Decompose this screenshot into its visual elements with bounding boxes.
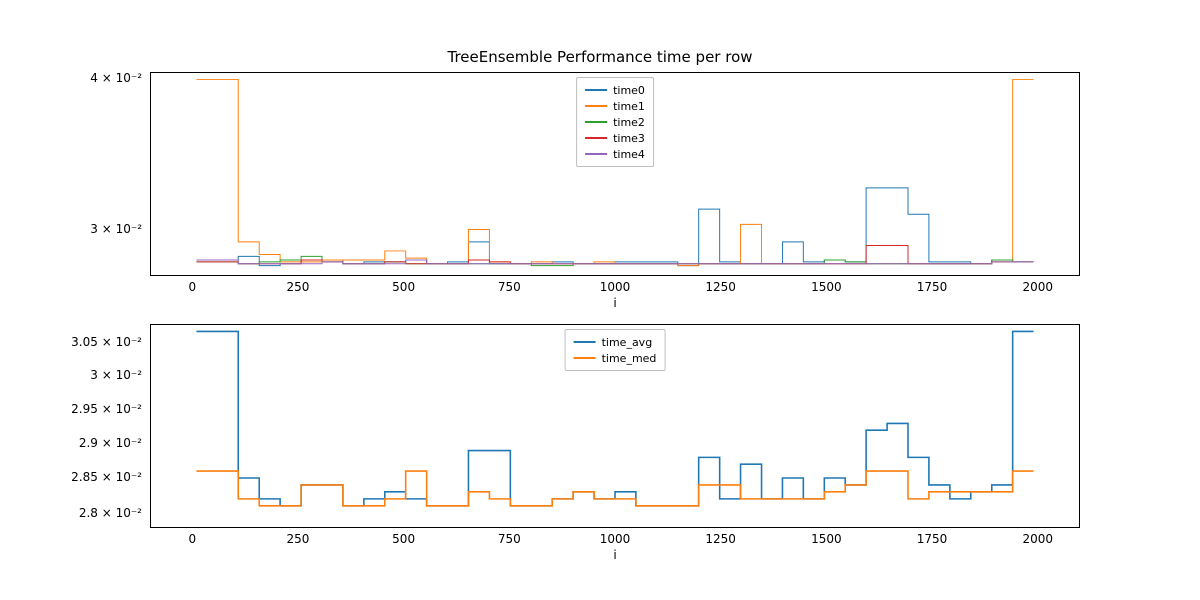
legend-swatch [585, 89, 607, 91]
xtick-label: 500 [392, 532, 415, 546]
xlabel-top: i [150, 296, 1080, 310]
ytick-label: 4 × 10⁻² [0, 71, 142, 85]
legend-top: time0 time1 time2 time3 time4 [576, 77, 654, 167]
legend-swatch [574, 341, 596, 343]
ytick-label: 3.05 × 10⁻² [0, 335, 142, 349]
legend-label: time1 [613, 100, 645, 113]
legend-label: time_med [602, 352, 657, 365]
legend-label: time_avg [602, 336, 653, 349]
xtick-label: 250 [287, 280, 310, 294]
legend-swatch [574, 357, 596, 359]
xtick-label: 0 [188, 280, 196, 294]
xtick-label: 1250 [705, 532, 736, 546]
legend-item: time_avg [574, 334, 657, 350]
figure-title: TreeEnsemble Performance time per row [0, 48, 1200, 66]
xtick-label: 2000 [1022, 532, 1053, 546]
legend-label: time2 [613, 116, 645, 129]
legend-swatch [585, 153, 607, 155]
series-line [196, 245, 1033, 263]
legend-item: time0 [585, 82, 645, 98]
legend-item: time1 [585, 98, 645, 114]
axes-top: time0 time1 time2 time3 time4 [150, 72, 1080, 276]
xtick-label: 1000 [600, 532, 631, 546]
ytick-label: 2.9 × 10⁻² [0, 436, 142, 450]
xtick-label: 750 [498, 532, 521, 546]
legend-item: time4 [585, 146, 645, 162]
xtick-label: 1750 [917, 532, 948, 546]
xtick-label: 2000 [1022, 280, 1053, 294]
legend-label: time4 [613, 148, 645, 161]
xlabel-bottom: i [150, 548, 1080, 562]
xtick-label: 1000 [600, 280, 631, 294]
series-line [196, 471, 1033, 506]
ytick-label: 2.8 × 10⁻² [0, 506, 142, 520]
axes-bottom: time_avg time_med [150, 324, 1080, 528]
ytick-label: 3 × 10⁻² [0, 368, 142, 382]
figure: TreeEnsemble Performance time per row ti… [0, 0, 1200, 600]
legend-item: time3 [585, 130, 645, 146]
legend-swatch [585, 105, 607, 107]
legend-swatch [585, 137, 607, 139]
legend-bottom: time_avg time_med [565, 329, 666, 371]
ytick-label: 2.85 × 10⁻² [0, 470, 142, 484]
ytick-label: 3 × 10⁻² [0, 222, 142, 236]
legend-item: time2 [585, 114, 645, 130]
ytick-label: 2.95 × 10⁻² [0, 402, 142, 416]
legend-label: time0 [613, 84, 645, 97]
xtick-label: 750 [498, 280, 521, 294]
xtick-label: 1500 [811, 280, 842, 294]
legend-item: time_med [574, 350, 657, 366]
xtick-label: 500 [392, 280, 415, 294]
xtick-label: 0 [188, 532, 196, 546]
legend-label: time3 [613, 132, 645, 145]
xtick-label: 1250 [705, 280, 736, 294]
xtick-label: 250 [287, 532, 310, 546]
xtick-label: 1500 [811, 532, 842, 546]
legend-swatch [585, 121, 607, 123]
xtick-label: 1750 [917, 280, 948, 294]
